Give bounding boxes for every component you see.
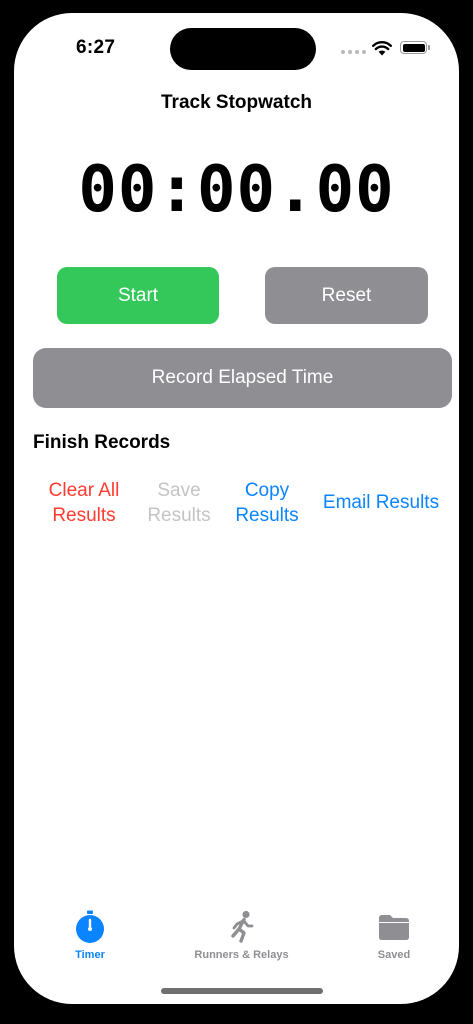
tab-bar: Timer Runners & Relays Saved — [14, 906, 459, 966]
status-time: 6:27 — [76, 37, 116, 58]
reset-button[interactable]: Reset — [265, 267, 428, 324]
cellular-signal-icon — [341, 50, 366, 54]
save-line-2: Results — [147, 505, 211, 526]
tab-timer-label: Timer — [75, 949, 105, 961]
clear-line-1: Clear All — [48, 480, 120, 501]
record-button-label: Record Elapsed Time — [151, 367, 334, 388]
clear-all-results-button[interactable]: Clear All Results — [41, 478, 127, 528]
page-title: Track Stopwatch — [161, 92, 312, 113]
tab-runners-label: Runners & Relays — [194, 949, 289, 961]
email-label: Email Results — [322, 492, 440, 513]
record-elapsed-time-button[interactable]: Record Elapsed Time — [33, 348, 452, 408]
clear-line-2: Results — [52, 505, 116, 526]
battery-cap — [428, 45, 430, 50]
copy-line-2: Results — [235, 505, 299, 526]
dynamic-island — [170, 28, 316, 70]
folder-icon — [379, 915, 409, 940]
app-screen: 6:27 Track Stopwatch 00:00.00 Start Rese… — [14, 13, 459, 1004]
stopwatch-icon — [76, 910, 104, 943]
battery-icon — [400, 41, 427, 54]
start-button[interactable]: Start — [57, 267, 219, 324]
copy-line-1: Copy — [244, 480, 290, 501]
email-results-button[interactable]: Email Results — [317, 490, 445, 515]
start-button-label: Start — [117, 284, 159, 306]
save-results-button[interactable]: Save Results — [139, 478, 219, 528]
finish-records-title: Finish Records — [33, 432, 171, 453]
reset-button-label: Reset — [321, 284, 372, 306]
tab-saved-label: Saved — [377, 949, 411, 961]
copy-results-button[interactable]: Copy Results — [227, 478, 307, 528]
timer-display: 00:00.00 — [78, 153, 395, 227]
home-indicator — [161, 988, 323, 994]
save-line-1: Save — [157, 480, 201, 501]
runner-icon — [230, 910, 253, 943]
wifi-icon — [372, 41, 392, 56]
